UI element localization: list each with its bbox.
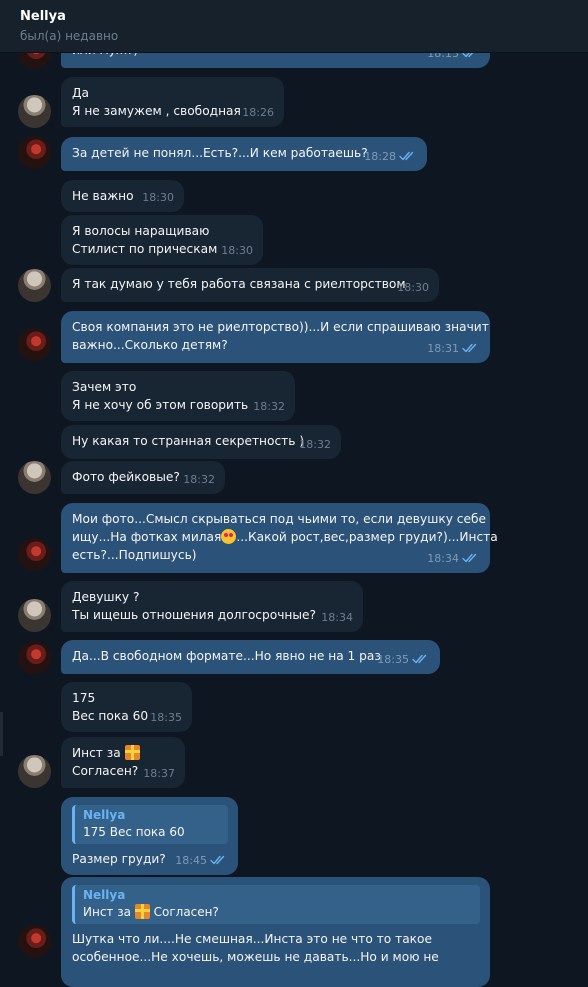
avatar[interactable] <box>18 925 51 958</box>
message-text: Своя компания это не риелторство))...И е… <box>72 320 489 334</box>
message-bubble[interactable]: Да...В свободном формате...Но явно не на… <box>61 640 440 674</box>
avatar[interactable] <box>18 599 51 632</box>
avatar[interactable] <box>18 95 51 128</box>
double-check-icon <box>412 654 430 664</box>
message-bubble[interactable]: Я волосы наращиваю Стилист по прическам … <box>61 215 263 265</box>
time-text: 18:34 <box>427 552 459 565</box>
message-time: 18:32 <box>183 473 215 486</box>
message-bubble[interactable]: Да Я не замужем , свободная 18:26 <box>61 77 284 127</box>
avatar[interactable] <box>18 136 51 169</box>
message-text: Шутка что ли....Не смешная...Инста это н… <box>72 932 432 946</box>
gift-emoji-icon <box>134 904 150 919</box>
message-text: Я так думаю у тебя работа связана с риел… <box>72 277 406 291</box>
chat-status: был(а) недавно <box>20 29 119 43</box>
double-check-icon <box>462 343 480 353</box>
message-text-line: Инст за <box>72 744 175 762</box>
message-bubble[interactable]: Я так думаю у тебя работа связана с риел… <box>61 268 439 302</box>
gift-emoji-icon <box>124 745 140 760</box>
message-time: 18:34 <box>321 611 353 624</box>
message-time: 18:37 <box>143 767 175 780</box>
message-text: Да...В свободном формате...Но явно не на… <box>72 649 381 663</box>
time-text: 18:31 <box>427 342 459 355</box>
chat-header[interactable]: Nellya был(а) недавно <box>0 0 588 52</box>
message-time: 18:35 <box>150 711 182 724</box>
avatar[interactable] <box>18 755 51 788</box>
message-time: 18:32 <box>253 400 285 413</box>
message-bubble[interactable]: Инст за Согласен? 18:37 <box>61 737 185 788</box>
reply-author: Nellya <box>83 888 126 902</box>
message-time: 18:30 <box>221 244 253 257</box>
avatar[interactable] <box>18 641 51 674</box>
message-text: особенное...Не хочешь, можешь не давать.… <box>72 950 439 964</box>
message-text: 175 <box>72 691 96 705</box>
reply-text: Согласен? <box>153 905 219 919</box>
message-bubble[interactable]: 175 Вес пока 60 18:35 <box>61 682 192 732</box>
message-text: Да <box>72 86 89 100</box>
avatar[interactable] <box>18 328 51 361</box>
message-text: Девушку ? <box>72 590 140 604</box>
message-bubble[interactable]: Зачем это Я не хочу об этом говорить 18:… <box>61 371 295 421</box>
message-bubble[interactable]: За детей не понял...Есть?...И кем работа… <box>61 137 427 171</box>
header-divider <box>0 52 588 53</box>
message-time: 18:26 <box>242 106 274 119</box>
message-text: ищу...На фотках милая <box>72 530 222 544</box>
message-text: Зачем это <box>72 380 137 394</box>
message-bubble[interactable]: Ну какая то странная секретность ) 18:32 <box>61 425 341 459</box>
double-check-icon <box>462 553 480 563</box>
avatar[interactable] <box>18 461 51 494</box>
reply-author: Nellya <box>83 808 126 822</box>
chat-title[interactable]: Nellya <box>20 9 66 24</box>
message-bubble[interactable]: Фото фейковые? 18:32 <box>61 461 225 494</box>
message-time: 18:28 <box>364 148 417 166</box>
message-time: 18:30 <box>142 191 174 204</box>
message-text: ...Какой рост,вес,размер груди?)...Инста <box>236 530 498 544</box>
message-time: 18:30 <box>397 281 429 294</box>
message-time: 18:34 <box>427 550 480 568</box>
message-text: Я волосы наращиваю <box>72 224 210 238</box>
avatar[interactable] <box>18 538 51 571</box>
message-bubble[interactable]: Не важно 18:30 <box>61 180 184 212</box>
double-check-icon <box>399 151 417 161</box>
reply-text: Инст за <box>83 905 131 919</box>
reply-text-line: Инст за Согласен? <box>83 904 472 921</box>
avatar[interactable] <box>18 269 51 302</box>
message-time: 18:35 <box>377 651 430 669</box>
message-time: 18:31 <box>427 340 480 358</box>
reply-quote[interactable]: Nellya 175 Вес пока 60 <box>72 805 228 844</box>
time-text: 18:28 <box>364 150 396 163</box>
message-bubble[interactable]: Nellya 175 Вес пока 60 Размер груди? 18:… <box>61 797 238 875</box>
message-time: 18:32 <box>299 438 331 451</box>
message-text: есть?...Подпишусь) <box>72 548 197 562</box>
double-check-icon <box>210 855 228 865</box>
message-text: важно...Сколько детям? <box>72 338 228 352</box>
message-text: Ну какая то странная секретность ) <box>72 434 305 448</box>
message-text: Ты ищешь отношения долгосрочные? <box>72 608 316 622</box>
message-time: 18:45 <box>175 852 228 870</box>
time-text: 18:45 <box>175 854 207 867</box>
message-bubble[interactable]: Девушку ? Ты ищешь отношения долгосрочны… <box>61 581 363 632</box>
sidebar-edge <box>0 712 3 756</box>
reply-quote[interactable]: Nellya Инст за Согласен? <box>72 885 480 924</box>
message-text: Инст за <box>72 746 121 760</box>
heart-eyes-emoji-icon <box>221 529 237 544</box>
message-bubble[interactable]: Nellya Инст за Согласен? Шутка что ли...… <box>61 877 490 987</box>
message-bubble[interactable]: Своя компания это не риелторство))...И е… <box>61 311 490 363</box>
message-text-line: ищу...На фотках милая ...Какой рост,вес,р… <box>72 528 498 546</box>
message-text: Мои фото...Смысл скрываться под чьими то… <box>72 512 487 526</box>
reply-text: 175 Вес пока 60 <box>83 825 185 839</box>
time-text: 18:35 <box>377 653 409 666</box>
message-bubble[interactable]: Мои фото...Смысл скрываться под чьими то… <box>61 503 498 573</box>
